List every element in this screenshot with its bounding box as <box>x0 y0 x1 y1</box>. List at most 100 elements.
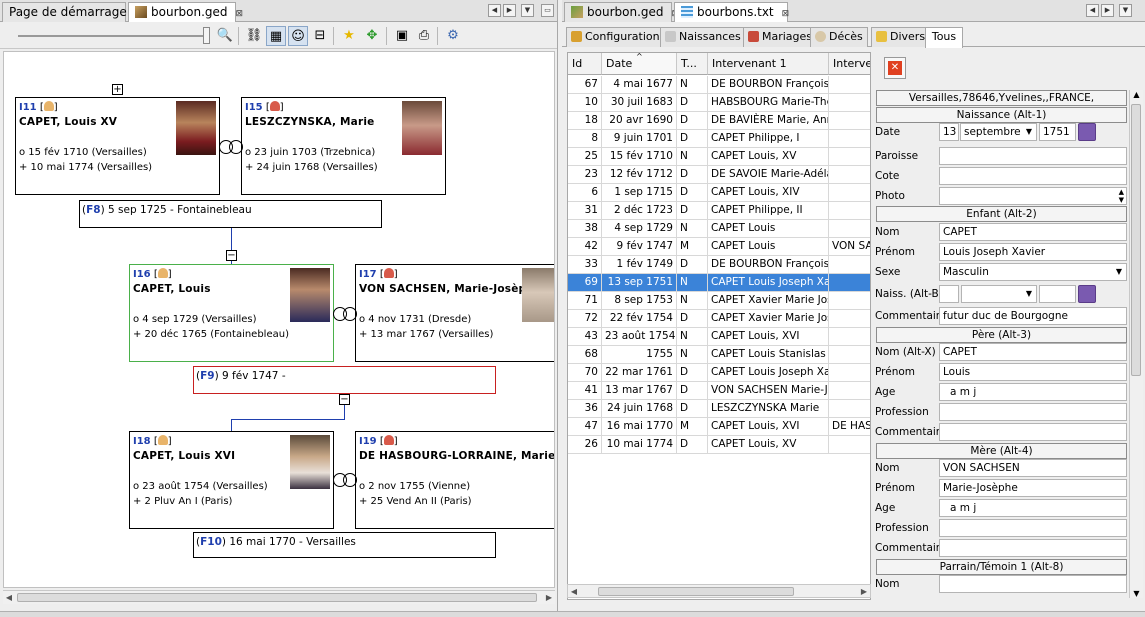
person-card-icon[interactable]: ☺ <box>288 26 308 46</box>
father-commentaire-field[interactable] <box>939 423 1127 441</box>
child-sexe-select[interactable]: Masculin ▼ <box>939 263 1127 281</box>
person-card-i19[interactable]: I19 [] DE HASBOURG-LORRAINE, Marie Antoi… <box>355 431 554 529</box>
table-row[interactable]: 429 fév 1747MCAPET LouisVON SAC <box>568 238 870 256</box>
scroll-tabs-left-icon[interactable]: ◀ <box>1086 4 1099 17</box>
naiss-month-select[interactable]: ▼ <box>961 285 1037 303</box>
table-row[interactable]: 4716 mai 1770MCAPET Louis, XVIDE HASE <box>568 418 870 436</box>
zoom-slider-thumb[interactable] <box>203 27 210 44</box>
collapse-descendants-icon[interactable]: − <box>339 394 350 405</box>
table-row[interactable]: 43 23 août 1754 N CAPET Louis, XVI <box>568 328 870 346</box>
table-row[interactable]: 681755NCAPET Louis Stanislas Xa <box>568 346 870 364</box>
star-icon[interactable]: ★ <box>339 26 359 46</box>
birth-month-select[interactable]: septembre ▼ <box>960 123 1037 141</box>
table-row[interactable]: 61 sep 1715 D CAPET Louis, XIV <box>568 184 870 202</box>
tab-close-icon[interactable]: ⊠ <box>236 9 244 19</box>
table-row[interactable]: 41 13 mar 1767 D VON SACHSEN Marie-Jos <box>568 382 870 400</box>
table-row[interactable]: 72 22 fév 1754 D CAPET Xavier Marie Jose <box>568 310 870 328</box>
table-row[interactable]: 89 juin 1701 D CAPET Philippe, I <box>568 130 870 148</box>
tab-deces[interactable]: Décès <box>810 27 868 47</box>
table-row[interactable]: 18 20 avr 1690 D DE BAVIÈRE Marie, Anne <box>568 112 870 130</box>
calendar-icon[interactable] <box>1078 285 1096 303</box>
naiss-year-field[interactable] <box>1039 285 1076 303</box>
table-row[interactable]: 67 4 mai 1677 N DE BOURBON Françoise, <box>568 76 870 94</box>
tab-tous[interactable]: Tous <box>925 27 963 48</box>
family-box-f10[interactable]: (F10) 16 mai 1770 - Versailles <box>193 532 496 558</box>
scroll-left-icon[interactable]: ◀ <box>568 585 580 598</box>
link-icon[interactable]: ⛓ <box>244 26 264 46</box>
child-prenom-field[interactable]: Louis Joseph Xavier <box>939 243 1127 261</box>
tab-mariages[interactable]: Mariages <box>743 27 818 47</box>
mother-nom-field[interactable]: VON SACHSEN <box>939 459 1127 477</box>
paroisse-field[interactable] <box>939 147 1127 165</box>
bookmark-icon[interactable]: ▣ <box>392 26 412 46</box>
father-age-field[interactable]: a m j <box>939 383 1127 401</box>
photo-field[interactable]: ▲ ▼ <box>939 187 1127 205</box>
scroll-tabs-left-icon[interactable]: ◀ <box>488 4 501 17</box>
toggle-box-icon[interactable]: ⊟ <box>310 26 330 46</box>
table-row[interactable]: 1030 juil 1683DHABSBOURG Marie-Thére <box>568 94 870 112</box>
table-row[interactable]: 23 12 fév 1712 D DE SAVOIE Marie-Adélaïc <box>568 166 870 184</box>
layout-grid-icon[interactable]: ▦ <box>266 26 286 46</box>
spinner-arrows-icon[interactable]: ▲ ▼ <box>1119 188 1124 204</box>
table-row[interactable]: 36 24 juin 1768 D LESZCZYNSKA Marie <box>568 400 870 418</box>
person-card-i18[interactable]: I18 [] CAPET, Louis XVI o 23 août 1754 (… <box>129 431 334 529</box>
scroll-up-icon[interactable]: ▲ <box>1130 90 1143 99</box>
cote-field[interactable] <box>939 167 1127 185</box>
clear-record-button[interactable]: ✕ <box>884 57 906 79</box>
birth-year-field[interactable]: 1751 <box>1039 123 1076 141</box>
expand-icon[interactable]: ✥ <box>362 26 382 46</box>
naiss-day-field[interactable] <box>939 285 959 303</box>
column-header-type[interactable]: T... <box>677 53 708 75</box>
tab-bourbons-txt[interactable]: bourbons.txt ⊠ <box>674 2 790 22</box>
godparent-nom-field[interactable] <box>939 575 1127 593</box>
tree-horizontal-scrollbar[interactable]: ◀ ▶ <box>3 590 555 604</box>
scrollbar-thumb[interactable] <box>598 587 794 596</box>
table-row[interactable]: 70 22 mar 1761 D CAPET Louis Joseph Xav <box>568 364 870 382</box>
table-row[interactable]: 26 10 mai 1774 D CAPET Louis, XV <box>568 436 870 454</box>
place-field[interactable]: Versailles,78646,Yvelines,,FRANCE, <box>876 90 1127 106</box>
child-nom-field[interactable]: CAPET <box>939 223 1127 241</box>
family-box-f9[interactable]: (F9) 9 fév 1747 - <box>193 366 496 394</box>
scroll-tabs-right-icon[interactable]: ▶ <box>503 4 516 17</box>
zoom-slider-track[interactable] <box>18 35 208 37</box>
column-header-id[interactable]: Id <box>568 53 602 75</box>
tab-list-icon[interactable]: ▼ <box>1119 4 1132 17</box>
person-card-i16[interactable]: I16 [] CAPET, Louis o 4 sep 1729 (Versai… <box>129 264 334 362</box>
family-box-f8[interactable]: (F8) 5 sep 1725 - Fontainebleau <box>79 200 382 228</box>
birth-day-field[interactable]: 13 <box>939 123 959 141</box>
table-row[interactable]: 33 1 fév 1749 D DE BOURBON Françoise, <box>568 256 870 274</box>
mother-age-field[interactable]: a m j <box>939 499 1127 517</box>
scroll-tabs-right-icon[interactable]: ▶ <box>1101 4 1114 17</box>
table-horizontal-scrollbar[interactable]: ◀ ▶ <box>567 584 871 598</box>
collapse-descendants-icon[interactable]: − <box>226 250 237 261</box>
calendar-icon[interactable] <box>1078 123 1096 141</box>
expand-ancestors-icon[interactable]: + <box>112 84 123 95</box>
mother-commentaire-field[interactable] <box>939 539 1127 557</box>
column-header-intervenant-2[interactable]: Interven <box>829 53 870 75</box>
tab-divers[interactable]: Divers <box>871 27 931 47</box>
child-commentaire-field[interactable]: futur duc de Bourgogne <box>939 307 1127 325</box>
scroll-right-icon[interactable]: ▶ <box>543 591 555 604</box>
tab-bourbon-ged[interactable]: bourbon.ged⊠ <box>128 2 243 22</box>
scrollbar-thumb[interactable] <box>17 593 537 602</box>
settings-gear-icon[interactable]: ⚙ <box>443 26 463 46</box>
tab-naissances[interactable]: Naissances <box>660 27 746 47</box>
tab-close-icon[interactable]: ⊠ <box>782 9 790 19</box>
print-icon[interactable]: ⎙ <box>414 26 434 46</box>
tab-list-icon[interactable]: ▼ <box>521 4 534 17</box>
tab-start-page[interactable]: Page de démarrage⊠ <box>2 2 142 22</box>
scrollbar-thumb[interactable] <box>1131 104 1141 376</box>
person-card-i17[interactable]: I17 [] VON SACHSEN, Marie-Josèphe o 4 no… <box>355 264 554 362</box>
scroll-right-icon[interactable]: ▶ <box>858 585 870 598</box>
person-card-i15[interactable]: I15 [] LESZCZYNSKA, Marie o 23 juin 1703… <box>241 97 446 195</box>
family-tree-canvas[interactable]: + I11 [] CAPET, Louis XV o 15 fév 1710 (… <box>3 51 555 588</box>
tab-configuration[interactable]: Configuration <box>566 27 665 47</box>
table-row[interactable]: 31 2 déc 1723 D CAPET Philippe, II <box>568 202 870 220</box>
minimize-icon[interactable]: ▭ <box>541 4 554 17</box>
father-prenom-field[interactable]: Louis <box>939 363 1127 381</box>
scroll-down-icon[interactable]: ▼ <box>1130 589 1143 598</box>
column-header-date[interactable]: Date ^ <box>602 53 677 75</box>
scroll-left-icon[interactable]: ◀ <box>3 591 15 604</box>
father-nom-field[interactable]: CAPET <box>939 343 1127 361</box>
tab-bourbon-ged[interactable]: bourbon.ged⊠ <box>564 2 679 22</box>
